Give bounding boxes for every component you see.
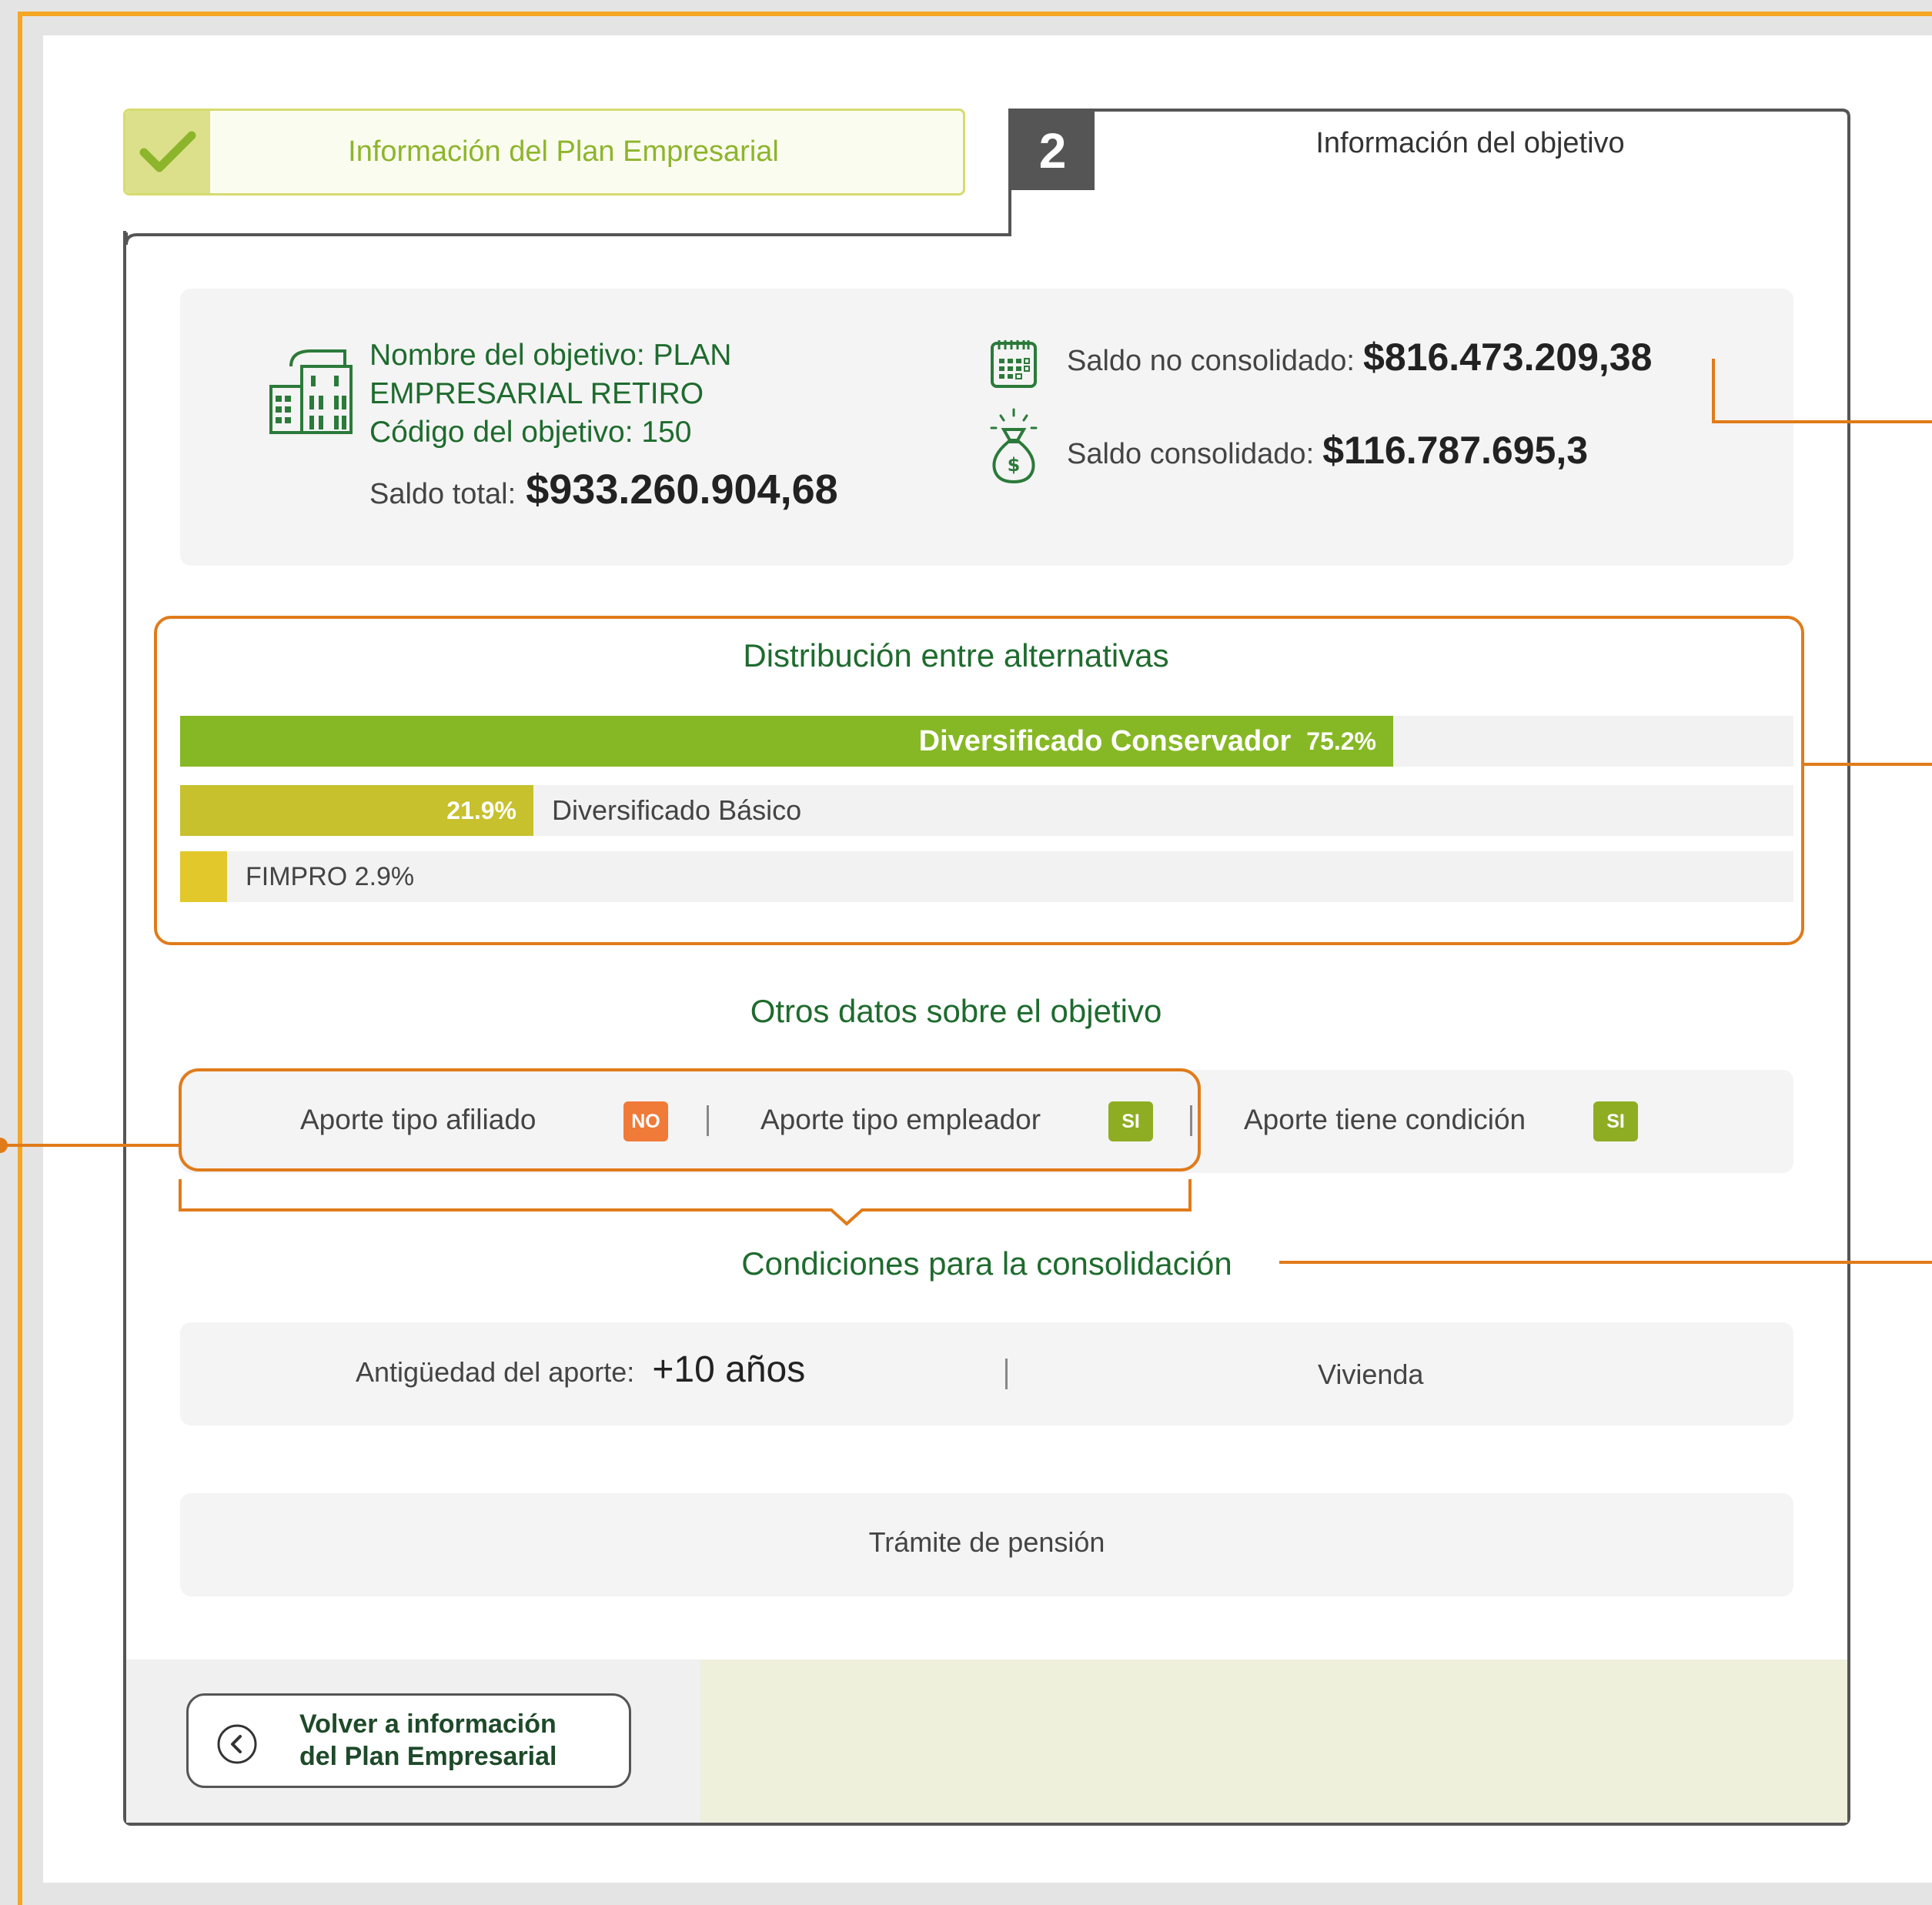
antiguedad-label: Antigüedad del aporte: [356, 1356, 635, 1388]
condiciones-title: Condiciones para la consolidación [741, 1245, 1232, 1282]
back-button-line1: Volver a información [299, 1709, 557, 1739]
screenshot-canvas: Información del Plan Empresarial 2 Infor… [0, 0, 1932, 1905]
back-button[interactable]: Volver a información del Plan Empresaria… [186, 1693, 631, 1788]
back-button-line2: del Plan Empresarial [299, 1742, 557, 1771]
vivienda-label: Vivienda [1318, 1359, 1424, 1390]
antiguedad-group: Antigüedad del aporte: +10 años [356, 1349, 805, 1391]
chevron-left-icon [216, 1723, 258, 1768]
annotation-lines [0, 359, 1932, 1264]
antiguedad-value: +10 años [652, 1349, 806, 1390]
separator [1005, 1359, 1008, 1389]
pension-label: Trámite de pensión [868, 1526, 1105, 1558]
footer-right [700, 1659, 1847, 1823]
